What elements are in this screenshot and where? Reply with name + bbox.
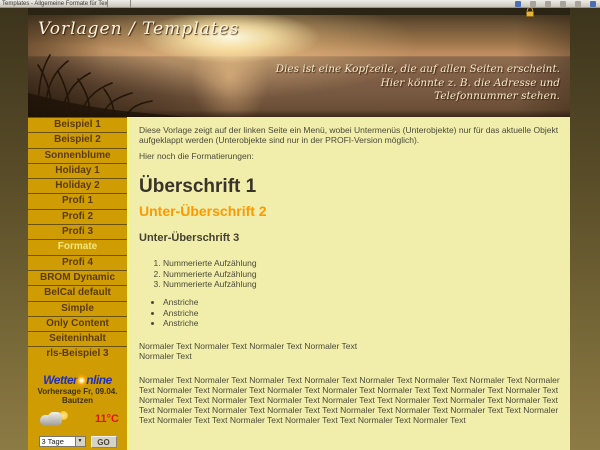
chevron-down-icon[interactable]: ▼	[75, 437, 85, 446]
numbered-list-item: Nummerierte Aufzählung	[163, 258, 560, 268]
sidebar-item-profi-1[interactable]: Profi 1	[28, 193, 127, 208]
screen: Templates - Allgemeine Formate für Texte…	[0, 0, 600, 450]
browser-chrome: Templates - Allgemeine Formate für Texte…	[0, 0, 600, 8]
intro-paragraph-2: Hier noch die Formatierungen:	[139, 151, 560, 161]
sidebar-item-profi-3[interactable]: Profi 3	[28, 224, 127, 239]
temperature-value: 11°C	[95, 413, 119, 425]
heading-2: Unter-Überschrift 2	[139, 206, 560, 216]
sidebar-item-belcal-default[interactable]: BelCal default	[28, 285, 127, 300]
browser-tab[interactable]: Templates - Allgemeine Formate für Texte…	[0, 0, 108, 8]
header-tagline: Dies ist eine Kopfzeile, die auf allen S…	[276, 63, 560, 104]
sun-icon	[77, 376, 86, 385]
heading-3: Unter-Überschrift 3	[139, 233, 560, 243]
sidebar-item-sonnenblume[interactable]: Sonnenblume	[28, 148, 127, 163]
tagline-line: Dies ist eine Kopfzeile, die auf allen S…	[276, 63, 560, 77]
normal-text-paragraph: Normaler Text Normaler Text Normaler Tex…	[139, 341, 560, 361]
forecast-range-select[interactable]: 3 Tage ▼	[39, 436, 86, 447]
sidebar-item-brom-dynamic[interactable]: BROM Dynamic	[28, 270, 127, 285]
sidebar: Beispiel 1 Beispiel 2 Sonnenblume Holida…	[28, 117, 127, 450]
logo-text-wetter: Wetter	[43, 373, 77, 387]
numbered-list-item: Nummerierte Aufzählung	[163, 269, 560, 279]
heading-1: Überschrift 1	[139, 182, 560, 192]
sidebar-item-beispiel-1[interactable]: Beispiel 1	[28, 117, 127, 132]
lock-icon[interactable]	[526, 10, 534, 18]
bullet-list-item: Anstriche	[163, 308, 560, 318]
browser-toolbar-icons	[515, 1, 596, 7]
weather-widget: Wetter nline Vorhersage Fr, 09.04. Bautze…	[28, 373, 127, 448]
print-icon[interactable]	[530, 1, 536, 7]
sidebar-item-profi-4[interactable]: Profi 4	[28, 255, 127, 270]
bullet-list: Anstriche Anstriche Anstriche	[163, 297, 560, 328]
tagline-line: Hier könnte z. B. die Adresse und	[276, 77, 560, 91]
logo-text-nline: nline	[86, 373, 112, 387]
sidebar-item-only-content[interactable]: Only Content	[28, 316, 127, 331]
sidebar-item-holiday-2[interactable]: Holiday 2	[28, 178, 127, 193]
mail-icon[interactable]	[560, 1, 566, 7]
page-background: Vorlagen / Templates Dies ist eine Kopfz…	[0, 8, 600, 450]
forecast-range-value: 3 Tage	[42, 437, 64, 446]
wetteronline-logo[interactable]: Wetter nline	[28, 373, 127, 387]
sidebar-item-formate[interactable]: Formate	[28, 239, 127, 254]
site-title: Vorlagen / Templates	[38, 19, 239, 39]
normal-text-paragraph-long: Normaler Text Normaler Text Normaler Tex…	[139, 375, 563, 425]
browser-tab-stub[interactable]	[108, 0, 131, 8]
bookmark-icon[interactable]	[515, 1, 521, 7]
home-icon[interactable]	[545, 1, 551, 7]
history-icon[interactable]	[575, 1, 581, 7]
site-topbar	[28, 8, 570, 15]
site-body: Beispiel 1 Beispiel 2 Sonnenblume Holida…	[28, 117, 570, 450]
sidebar-item-holiday-1[interactable]: Holiday 1	[28, 163, 127, 178]
bullet-list-item: Anstriche	[163, 318, 560, 328]
tagline-line: Telefonnummer stehen.	[276, 90, 560, 104]
sidebar-item-beispiel-2[interactable]: Beispiel 2	[28, 132, 127, 147]
main-content: Diese Vorlage zeigt auf der linken Seite…	[127, 117, 570, 450]
intro-paragraph: Diese Vorlage zeigt auf der linken Seite…	[139, 125, 564, 145]
weather-forecast-date: Vorhersage Fr, 09.04.	[28, 387, 127, 397]
help-icon[interactable]	[590, 1, 596, 7]
sidebar-item-seiteninhalt[interactable]: Seiteninhalt	[28, 331, 127, 346]
sidebar-item-simple[interactable]: Simple	[28, 301, 127, 316]
numbered-list: Nummerierte Aufzählung Nummerierte Aufzä…	[163, 258, 560, 289]
cloud-sun-icon	[38, 411, 72, 427]
sidebar-item-profi-2[interactable]: Profi 2	[28, 209, 127, 224]
bullet-list-item: Anstriche	[163, 297, 560, 307]
weather-city: Bautzen	[28, 396, 127, 406]
go-button[interactable]: GO	[91, 436, 117, 448]
numbered-list-item: Nummerierte Aufzählung	[163, 279, 560, 289]
site-container: Vorlagen / Templates Dies ist eine Kopfz…	[28, 8, 570, 450]
site-header: Vorlagen / Templates Dies ist eine Kopfz…	[28, 15, 570, 117]
sidebar-item-rls-beispiel-3[interactable]: rls-Beispiel 3	[28, 346, 127, 361]
dune-grass-graphic	[28, 51, 188, 117]
